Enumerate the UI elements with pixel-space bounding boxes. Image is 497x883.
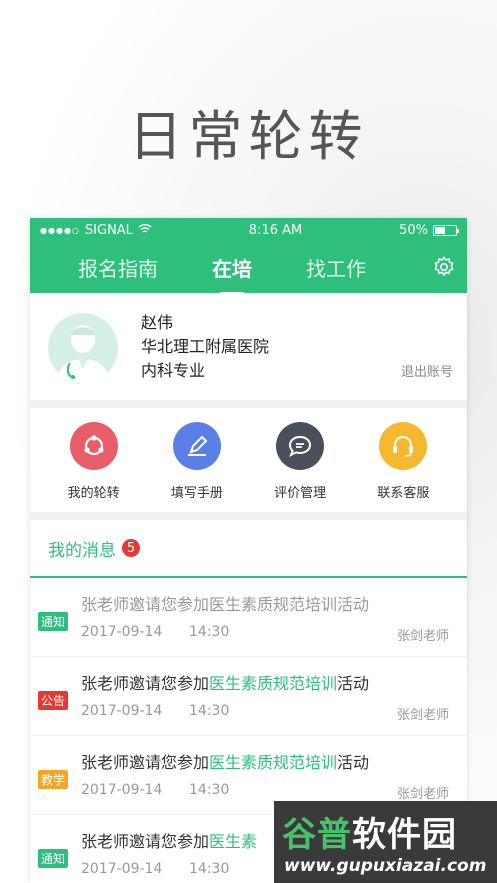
review-management-button[interactable]: 评价管理 <box>255 422 345 512</box>
unread-count-badge: 5 <box>122 539 140 557</box>
message-sender: 张剑老师 <box>396 629 449 644</box>
message-time: 14:30 <box>189 861 230 877</box>
battery-percent: 50% <box>399 222 428 238</box>
message-time: 14:30 <box>189 782 230 798</box>
message-tag: 通知 <box>38 612 69 631</box>
message-sender: 张剑老师 <box>396 787 449 802</box>
gear-icon[interactable] <box>433 256 455 278</box>
rotation-icon <box>69 422 118 470</box>
logout-link[interactable]: 退出账号 <box>401 361 453 380</box>
carrier-label: SIGNAL <box>84 222 133 238</box>
my-rotation-button[interactable]: 我的轮转 <box>49 422 139 512</box>
message-date: 2017-09-14 <box>81 624 163 640</box>
wifi-icon <box>138 223 152 238</box>
message-item[interactable]: 公告 张老师邀请您参加医生素质规范培训活动 2017-09-14 14:30 张剑老师 <box>30 657 467 736</box>
message-tag: 教学 <box>38 770 69 789</box>
app-header: ●●●●○ SIGNAL 8:16 AM 50% 报名指南 在培 找工作 <box>30 218 467 293</box>
messages-title: 我的消息 <box>48 540 116 561</box>
message-title: 张老师邀请您参加医生素 <box>81 832 258 851</box>
battery-icon <box>433 224 459 236</box>
quick-action-label: 评价管理 <box>274 486 327 501</box>
avatar <box>48 313 118 383</box>
user-name: 赵伟 <box>141 313 174 332</box>
profile-card: 赵伟 华北理工附属医院 内科专业 退出账号 <box>30 293 467 400</box>
chat-icon <box>276 422 325 470</box>
top-tabs: 报名指南 在培 找工作 <box>30 242 467 293</box>
message-item[interactable]: 通知 张老师邀请您参加医生素质规范培训活动 2017-09-14 14:30 张剑老师 <box>30 578 467 657</box>
site-watermark: 谷普软件园 www.gupuxiazai.com <box>274 801 497 883</box>
user-hospital: 华北理工附属医院 <box>141 337 270 356</box>
message-date: 2017-09-14 <box>81 703 163 719</box>
message-tag: 通知 <box>38 849 69 868</box>
phone-screen: ●●●●○ SIGNAL 8:16 AM 50% 报名指南 在培 找工作 赵伟 … <box>30 218 467 883</box>
message-date: 2017-09-14 <box>81 782 163 798</box>
watermark-url: www.gupuxiazai.com <box>284 856 487 876</box>
tab-signup-guide[interactable]: 报名指南 <box>78 253 158 282</box>
tab-in-training[interactable]: 在培 <box>212 253 252 282</box>
message-sender: 张剑老师 <box>396 708 449 723</box>
message-title: 张老师邀请您参加医生素质规范培训活动 <box>81 674 370 693</box>
messages-header[interactable]: 我的消息 5 <box>30 520 467 578</box>
pencil-icon <box>172 422 221 470</box>
quick-action-label: 联系客服 <box>377 486 430 501</box>
watermark-title-b: 软件园 <box>352 815 457 855</box>
message-tag: 公告 <box>38 691 69 710</box>
fill-handbook-button[interactable]: 填写手册 <box>152 422 242 512</box>
message-time: 14:30 <box>189 624 230 640</box>
message-date: 2017-09-14 <box>81 861 163 877</box>
signal-dots-icon: ●●●●○ <box>40 225 80 235</box>
quick-action-label: 我的轮转 <box>67 486 120 501</box>
quick-actions: 我的轮转 填写手册 评价管理 联系客服 <box>30 408 467 512</box>
tab-find-job[interactable]: 找工作 <box>306 253 366 282</box>
quick-action-label: 填写手册 <box>170 486 223 501</box>
user-major: 内科专业 <box>141 361 206 380</box>
message-time: 14:30 <box>189 703 230 719</box>
clock: 8:16 AM <box>248 222 303 238</box>
message-title: 张老师邀请您参加医生素质规范培训活动 <box>81 753 370 772</box>
watermark-title-a: 谷普 <box>282 815 352 855</box>
contact-support-button[interactable]: 联系客服 <box>358 422 448 512</box>
status-bar: ●●●●○ SIGNAL 8:16 AM 50% <box>30 218 467 242</box>
page-headline: 日常轮转 <box>128 105 369 168</box>
headset-icon <box>379 422 428 470</box>
message-title: 张老师邀请您参加医生素质规范培训活动 <box>81 595 370 614</box>
